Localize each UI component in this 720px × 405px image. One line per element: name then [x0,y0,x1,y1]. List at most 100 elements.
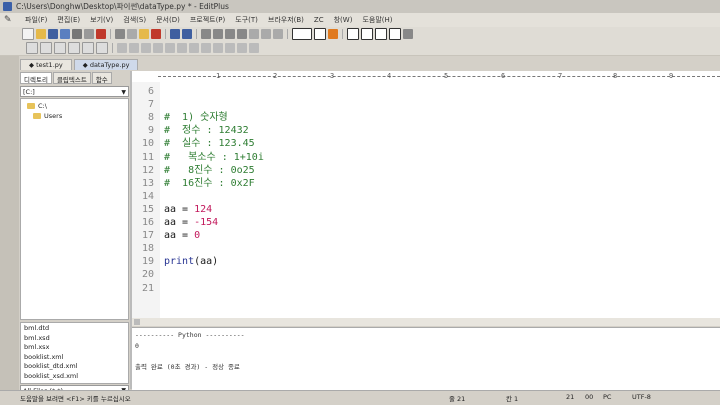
font-icon[interactable] [249,29,259,39]
menu-document[interactable]: 문서(D) [151,15,185,25]
tool-f-icon[interactable] [177,43,187,53]
menu-browser[interactable]: 브라우저(B) [263,15,309,25]
layout2-icon[interactable] [361,28,373,40]
find-next-icon[interactable] [213,29,223,39]
menu-zc[interactable]: ZC [309,16,329,24]
horizontal-scrollbar[interactable] [132,318,720,326]
tool-b-icon[interactable] [129,43,139,53]
scroll-thumb[interactable] [134,319,140,325]
check-icon[interactable] [328,29,338,39]
layout1-icon[interactable] [347,28,359,40]
save-icon[interactable] [48,29,58,39]
code-text: # 1) 숫자형 [164,112,228,123]
screen-icon[interactable] [292,28,312,40]
file-list[interactable]: bml.dtd bml.xsd bml.xsx booklist.xml boo… [20,322,129,384]
menu-view[interactable]: 보기(V) [85,15,118,25]
menu-file[interactable]: 파일(F) [20,15,52,25]
tool-a-icon[interactable] [117,43,127,53]
tab-test1[interactable]: ◆ test1.py [20,59,72,70]
tool-i-icon[interactable] [213,43,223,53]
tool-e-icon[interactable] [165,43,175,53]
code-line: 21 [132,282,164,295]
code-line: 7 [132,98,164,111]
new-file-icon[interactable] [22,28,34,40]
window-icon[interactable] [314,28,326,40]
layout4-icon[interactable] [389,28,401,40]
list-item[interactable]: booklist.xml [21,353,128,363]
line-number: 8 [147,112,154,124]
doc-icon[interactable] [40,42,52,54]
doc4-icon[interactable] [82,42,94,54]
code-text: # 복소수 : 1+10i [164,152,264,163]
tree-item-root[interactable]: C:\ [27,102,47,110]
tree-item-users[interactable]: Users [33,112,62,120]
line-number: 12 [141,164,154,176]
new-icon[interactable] [26,42,38,54]
code-line: 14 [132,190,164,203]
code-line: 19 print(aa) [132,255,218,268]
list-item[interactable]: bml.dtd [21,324,128,334]
list-item[interactable]: bml.xsd [21,334,128,344]
tab-functions[interactable]: 함수 [91,72,112,84]
status-line: 줄 21 [449,395,466,403]
ruler-mark: 1 [216,72,221,80]
menu-help[interactable]: 도움말(H) [357,15,397,25]
doc2-icon[interactable] [54,42,66,54]
save-all-icon[interactable] [60,29,70,39]
find-icon[interactable] [201,29,211,39]
code-token: (aa) [194,256,219,268]
directory-tree[interactable]: C:\ Users [20,98,129,320]
line-number: 14 [141,190,154,202]
tool-k-icon[interactable] [237,43,247,53]
open-folder-icon[interactable] [36,29,46,39]
toolbar-divider [165,29,166,39]
tool-d-icon[interactable] [153,43,163,53]
left-edge [0,55,19,390]
tool-g-icon[interactable] [189,43,199,53]
spell-check-icon[interactable] [96,29,106,39]
goto-icon[interactable] [237,29,247,39]
cut-icon[interactable] [115,29,125,39]
doc3-icon[interactable] [68,42,80,54]
print-icon[interactable] [72,29,82,39]
code-token: # 복소수 : 1+10i [164,151,264,163]
copy-icon[interactable] [127,29,137,39]
tab-cliptext[interactable]: 클립텍스트 [52,72,91,84]
delete-icon[interactable] [151,29,161,39]
ruler-mark: 5 [444,72,449,80]
replace-icon[interactable] [225,29,235,39]
code-token: 124 [194,203,213,215]
tool-l-icon[interactable] [249,43,259,53]
list-item[interactable]: booklist_dtd.xml [21,362,128,372]
tool-c-icon[interactable] [141,43,151,53]
status-column: 칸 1 [506,395,519,403]
list-item[interactable]: bml.xsx [21,343,128,353]
tools-icon[interactable] [403,29,413,39]
paste-icon[interactable] [139,29,149,39]
layout3-icon[interactable] [375,28,387,40]
menu-window[interactable]: 창(W) [329,15,358,25]
line-number: 10 [141,138,154,150]
preview-icon[interactable] [84,29,94,39]
undo-icon[interactable] [170,29,180,39]
redo-icon[interactable] [182,29,192,39]
tab-directory[interactable]: 디렉토리 [20,72,52,84]
code-text: # 정수 : 12432 [164,125,249,136]
code-editor[interactable]: 6 7 8 # 1) 숫자형 9 # 정수 : 12432 10 # 실수 : 123.45 1… [132,82,720,318]
tool-j-icon[interactable] [225,43,235,53]
output-window[interactable]: ---------- Python ---------- 0 출력 완료 (0초… [132,327,720,390]
code-token: # 8진수 : 0o25 [164,164,255,176]
menu-project[interactable]: 프로젝트(P) [185,15,230,25]
pause-icon[interactable] [273,29,283,39]
menu-tools[interactable]: 도구(T) [230,15,263,25]
drive-select[interactable]: [C:] ▼ [20,86,129,97]
wordwrap-icon[interactable] [261,29,271,39]
tool-h-icon[interactable] [201,43,211,53]
menu-edit[interactable]: 편집(E) [52,15,85,25]
code-text: aa = -154 [164,217,218,228]
toolbar-divider [110,29,111,39]
tab-datatype[interactable]: ◆ dataType.py [73,59,139,70]
menu-search[interactable]: 검색(S) [118,15,151,25]
doc5-icon[interactable] [96,42,108,54]
list-item[interactable]: booklist_xsd.xml [21,372,128,382]
